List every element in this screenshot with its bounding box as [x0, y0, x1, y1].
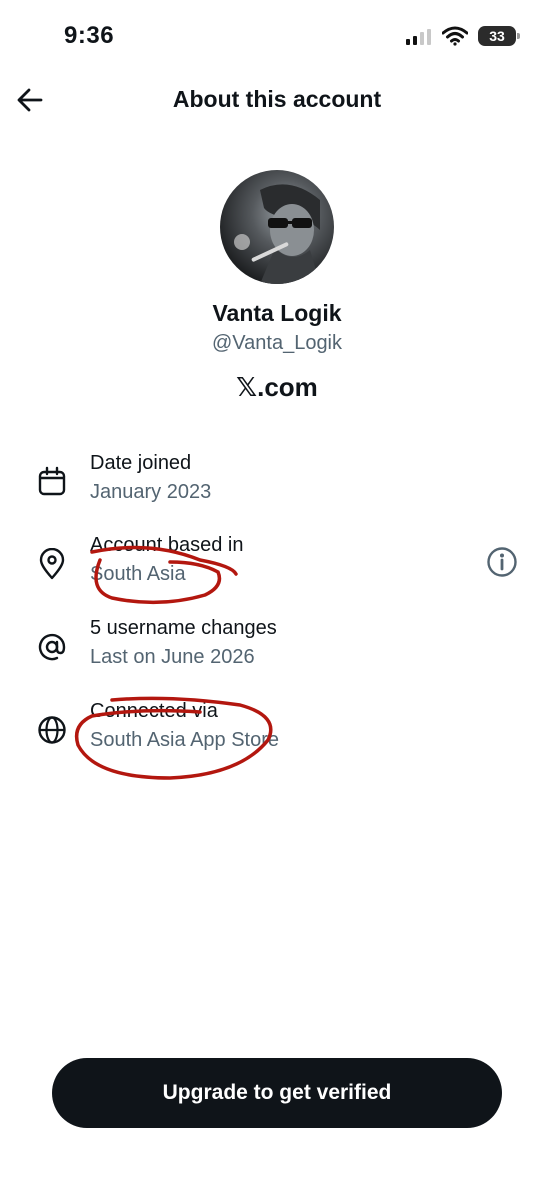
- info-row-value: Last on June 2026: [90, 646, 255, 668]
- display-name: Vanta Logik: [212, 300, 342, 326]
- user-handle: @Vanta_Logik: [211, 332, 343, 354]
- info-row-title: Date joined: [90, 452, 192, 474]
- avatar-photo: [234, 184, 320, 284]
- info-row-title: Connected via: [90, 700, 218, 722]
- info-row-username-changes: 5 username changes Last on June 2026: [0, 617, 554, 681]
- info-row-value: South Asia: [90, 563, 186, 585]
- status-bar: 9:36 33: [0, 0, 554, 70]
- page-title: About this account: [172, 86, 382, 112]
- info-row-value: South Asia App Store: [90, 729, 280, 751]
- upgrade-verified-button[interactable]: Upgrade to get verified: [52, 1058, 502, 1128]
- location-pin-icon: [39, 548, 65, 580]
- info-row-title: 5 username changes: [90, 617, 277, 639]
- battery-icon: 33: [478, 26, 520, 46]
- info-row-title: Account based in: [90, 534, 244, 556]
- at-sign-icon: [38, 633, 66, 661]
- info-row-account-based-in: Account based in South Asia: [0, 534, 554, 598]
- info-button[interactable]: [484, 544, 520, 580]
- info-circle-icon: [487, 547, 517, 577]
- cellular-signal-icon: [406, 29, 431, 45]
- calendar-icon: [38, 466, 66, 496]
- info-row-connected-via: Connected via South Asia App Store: [0, 700, 554, 764]
- header: About this account: [0, 76, 554, 124]
- info-row-value: January 2023: [90, 481, 212, 503]
- avatar: [220, 170, 334, 284]
- info-row-date-joined: Date joined January 2023: [0, 452, 554, 516]
- site-label: 𝕏.com: [236, 372, 318, 402]
- globe-icon: [38, 716, 66, 744]
- wifi-icon: [442, 26, 468, 46]
- status-time: 9:36: [64, 22, 115, 49]
